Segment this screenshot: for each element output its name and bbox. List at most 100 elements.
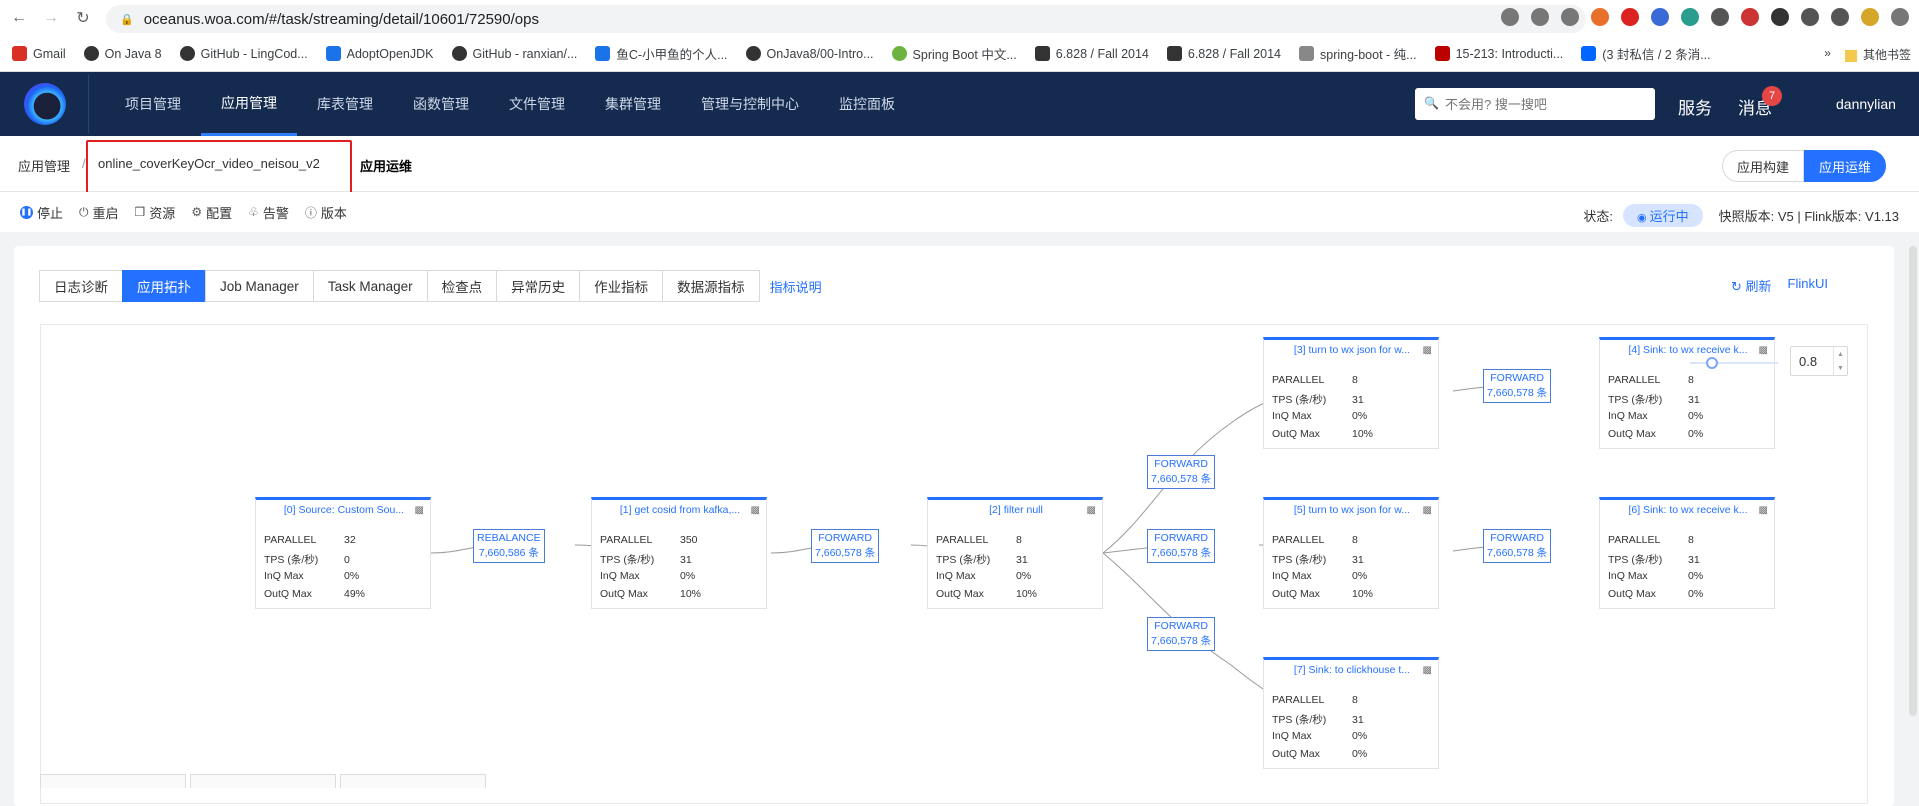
chart-icon[interactable]: ▩ bbox=[1759, 345, 1768, 356]
extension-icon[interactable] bbox=[1741, 8, 1759, 26]
content-card: 日志诊断 应用拓扑 Job Manager Task Manager 检查点 异… bbox=[14, 246, 1894, 806]
bottom-tab[interactable] bbox=[40, 774, 186, 788]
back-icon[interactable]: ← bbox=[6, 5, 32, 31]
extension-icon[interactable] bbox=[1711, 8, 1729, 26]
other-bookmarks[interactable]: 其他书签 bbox=[1844, 46, 1911, 63]
tab-log-diagnosis[interactable]: 日志诊断 bbox=[39, 270, 123, 302]
bookmark-item[interactable]: 6.828 / Fall 2014 bbox=[1166, 46, 1281, 61]
address-bar[interactable]: 🔒 oceanus.woa.com/#/task/streaming/detai… bbox=[106, 5, 1586, 33]
zoom-slider-track[interactable] bbox=[1690, 362, 1778, 364]
bookmark-item[interactable]: Gmail bbox=[12, 46, 66, 61]
zoom-slider-handle[interactable] bbox=[1706, 357, 1718, 369]
topology-node[interactable]: [1] get cosid from kafka,... ▩ PARALLEL 35… bbox=[591, 497, 767, 609]
resource-button[interactable]: ❒ 资源 bbox=[135, 203, 176, 222]
forward-icon[interactable]: → bbox=[38, 5, 64, 31]
tab-app-topology[interactable]: 应用拓扑 bbox=[122, 270, 206, 302]
tab-checkpoint[interactable]: 检查点 bbox=[426, 270, 498, 302]
chart-icon[interactable]: ▩ bbox=[1423, 345, 1432, 356]
nav-function-manage[interactable]: 函数管理 bbox=[393, 72, 489, 136]
chart-icon[interactable]: ▩ bbox=[1423, 665, 1432, 676]
bookmark-item[interactable]: GitHub - LingCod... bbox=[179, 46, 308, 61]
search-input[interactable] bbox=[1415, 88, 1655, 120]
topology-node[interactable]: [6] Sink: to wx receive k... ▩ PARALLEL 8 … bbox=[1599, 497, 1775, 609]
oceanus-logo[interactable] bbox=[24, 83, 66, 125]
topology-node[interactable]: [7] Sink: to clickhouse t... ▩ PARALLEL 8 … bbox=[1263, 657, 1439, 769]
profile-avatar[interactable] bbox=[1861, 8, 1879, 26]
bookmark-item[interactable]: (3 封私信 / 2 条消... bbox=[1581, 44, 1711, 63]
chart-icon[interactable]: ▩ bbox=[1423, 505, 1432, 516]
alert-button[interactable]: ♧ 告警 bbox=[248, 203, 289, 222]
tab-source-metrics[interactable]: 数据源指标 bbox=[662, 270, 760, 302]
extension-icon[interactable] bbox=[1651, 8, 1669, 26]
app-header: 项目管理 应用管理 库表管理 函数管理 文件管理 集群管理 管理与控制中心 监控… bbox=[0, 72, 1919, 136]
tab-job-manager[interactable]: Job Manager bbox=[205, 270, 314, 302]
nav-control-center[interactable]: 管理与控制中心 bbox=[681, 72, 819, 136]
flinkui-link[interactable]: FlinkUI bbox=[1788, 276, 1828, 295]
version-info: 快照版本: V5 | Flink版本: V1.13 bbox=[1718, 209, 1899, 224]
user-name[interactable]: dannylian bbox=[1836, 96, 1896, 112]
nav-table-manage[interactable]: 库表管理 bbox=[297, 72, 393, 136]
chart-icon[interactable]: ▩ bbox=[1759, 505, 1768, 516]
nav-app-manage[interactable]: 应用管理 bbox=[201, 72, 297, 136]
reload-icon[interactable]: ↻ bbox=[70, 5, 96, 31]
chart-icon[interactable]: ▩ bbox=[415, 505, 424, 516]
chart-icon[interactable]: ▩ bbox=[751, 505, 760, 516]
bottom-tab[interactable] bbox=[340, 774, 486, 788]
adblock-icon[interactable] bbox=[1621, 8, 1639, 26]
chevron-down-icon[interactable]: ▼ bbox=[1837, 365, 1844, 372]
node-row: PARALLEL 8 bbox=[936, 534, 1022, 546]
topology-canvas[interactable]: [0] Source: Custom Sou... ▩ PARALLEL 32 TP… bbox=[40, 324, 1868, 804]
database-icon bbox=[1299, 46, 1314, 61]
version-button[interactable]: ⓘ 版本 bbox=[305, 203, 347, 222]
status-area: 状态: ◉ 运行中 快照版本: V5 | Flink版本: V1.13 bbox=[1583, 204, 1899, 227]
share-icon[interactable] bbox=[1531, 8, 1549, 26]
topology-node[interactable]: [2] filter null ▩ PARALLEL 8 TPS (条/秒) 31 I… bbox=[927, 497, 1103, 609]
bookmark-item[interactable]: On Java 8 bbox=[83, 46, 162, 61]
extension-icon[interactable] bbox=[1771, 8, 1789, 26]
topology-node[interactable]: [3] turn to wx json for w... ▩ PARALLEL 8 … bbox=[1263, 337, 1439, 449]
chart-icon[interactable]: ▩ bbox=[1087, 505, 1096, 516]
nav-monitor-dashboard[interactable]: 监控面板 bbox=[819, 72, 915, 136]
bottom-tab[interactable] bbox=[190, 774, 336, 788]
star-icon[interactable] bbox=[1561, 8, 1579, 26]
tab-job-metrics[interactable]: 作业指标 bbox=[579, 270, 664, 302]
topology-node[interactable]: [0] Source: Custom Sou... ▩ PARALLEL 32 TP… bbox=[255, 497, 431, 609]
nav-cluster-manage[interactable]: 集群管理 bbox=[585, 72, 681, 136]
nav-project-manage[interactable]: 项目管理 bbox=[105, 72, 201, 136]
topology-node[interactable]: [5] turn to wx json for w... ▩ PARALLEL 8 … bbox=[1263, 497, 1439, 609]
refresh-button[interactable]: ↻ 刷新 bbox=[1731, 276, 1772, 295]
puzzle-icon[interactable] bbox=[1801, 8, 1819, 26]
tab-task-manager[interactable]: Task Manager bbox=[312, 270, 428, 302]
bookmark-item[interactable]: OnJava8/00-Intro... bbox=[745, 46, 874, 61]
app-build-button[interactable]: 应用构建 bbox=[1722, 150, 1805, 182]
extension-icon[interactable] bbox=[1681, 8, 1699, 26]
zoom-stepper[interactable]: ▲ ▼ bbox=[1833, 347, 1847, 375]
breadcrumb-root[interactable]: 应用管理 bbox=[18, 156, 70, 175]
bookmarks-overflow-icon[interactable]: » bbox=[1824, 46, 1831, 63]
bookmark-item[interactable]: 鱼C-小甲鱼的个人... bbox=[595, 44, 728, 63]
bookmark-item[interactable]: 6.828 / Fall 2014 bbox=[1034, 46, 1149, 61]
extension-icon[interactable] bbox=[1591, 8, 1609, 26]
bookmark-item[interactable]: 15-213: Introducti... bbox=[1434, 46, 1563, 61]
sidebar-icon[interactable] bbox=[1831, 8, 1849, 26]
nav-file-manage[interactable]: 文件管理 bbox=[489, 72, 585, 136]
metrics-help-link[interactable]: 指标说明 bbox=[770, 270, 822, 302]
topology-node[interactable]: [4] Sink: to wx receive k... ▩ PARALLEL 8 … bbox=[1599, 337, 1775, 449]
app-ops-button[interactable]: 应用运维 bbox=[1804, 150, 1887, 182]
node-row: OutQ Max 10% bbox=[936, 588, 1038, 600]
zoom-input[interactable]: 0.8 ▲ ▼ bbox=[1790, 346, 1848, 376]
tab-exception-history[interactable]: 异常历史 bbox=[496, 270, 581, 302]
stop-button[interactable]: ❚❚ 停止 bbox=[20, 203, 63, 222]
service-button[interactable]: 服务 bbox=[1678, 94, 1712, 119]
chevron-up-icon[interactable]: ▲ bbox=[1837, 351, 1844, 358]
restart-button[interactable]: ⏻ 重启 bbox=[79, 203, 119, 222]
translate-icon[interactable] bbox=[1501, 8, 1519, 26]
page-scrollbar[interactable] bbox=[1909, 246, 1917, 716]
config-button[interactable]: ⚙ 配置 bbox=[191, 203, 232, 222]
zhihu-icon bbox=[1581, 46, 1597, 61]
bookmark-item[interactable]: AdoptOpenJDK bbox=[325, 46, 434, 61]
bookmark-item[interactable]: spring-boot - 纯... bbox=[1299, 44, 1417, 63]
bookmark-item[interactable]: GitHub - ranxian/... bbox=[451, 46, 577, 61]
menu-icon[interactable] bbox=[1891, 8, 1909, 26]
bookmark-item[interactable]: Spring Boot 中文... bbox=[891, 44, 1017, 63]
